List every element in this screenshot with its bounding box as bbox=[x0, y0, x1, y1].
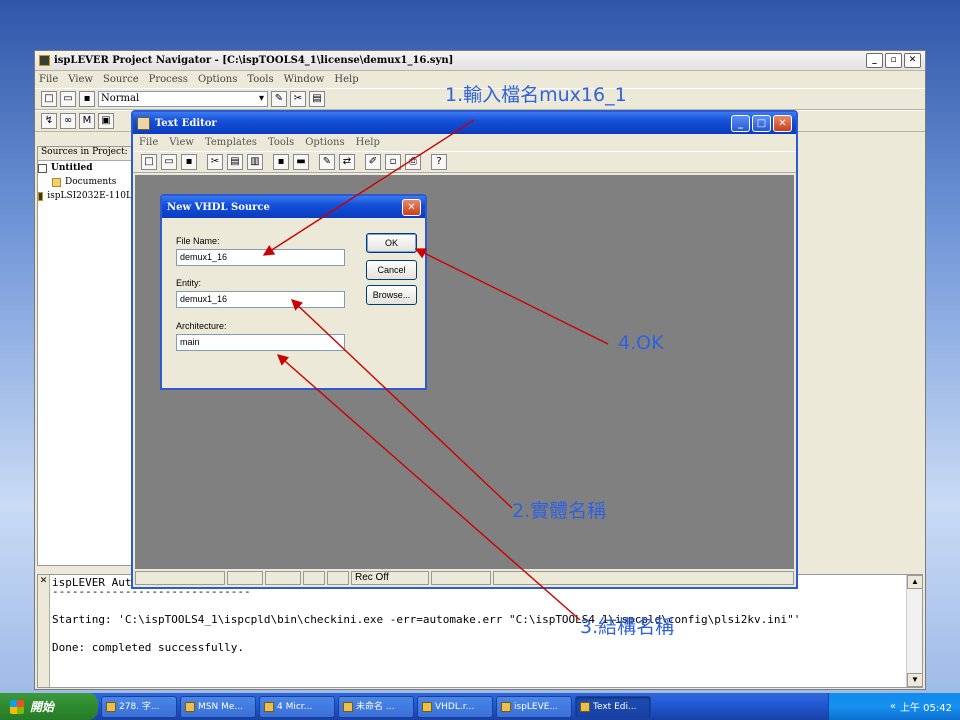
tray-expand-icon[interactable]: « bbox=[890, 701, 896, 712]
taskbar-item[interactable]: ispLEVE... bbox=[496, 695, 572, 718]
windows-logo-icon bbox=[10, 699, 24, 714]
arrow-to-ok bbox=[414, 248, 609, 345]
msn-icon bbox=[185, 701, 195, 712]
system-tray: « 上午 05:42 bbox=[828, 693, 960, 720]
arrow-to-entity bbox=[290, 299, 513, 509]
annotation-arrows bbox=[262, 119, 609, 621]
taskbar-item[interactable]: VHDL.r... bbox=[417, 695, 493, 718]
arrow-to-architecture bbox=[276, 354, 581, 621]
annotation-4: 4.OK bbox=[618, 332, 664, 354]
taskbar-item[interactable]: 278. 字... bbox=[101, 695, 177, 718]
taskbar-item[interactable]: MSN Me... bbox=[180, 695, 256, 718]
text-editor-icon bbox=[580, 701, 590, 712]
taskbar: 開始 278. 字... MSN Me... 4 Micr... 未命名 ...… bbox=[0, 693, 960, 720]
paint-icon bbox=[343, 701, 353, 712]
annotation-1: 1.輸入檔名mux16_1 bbox=[445, 84, 627, 106]
annotation-3: 3.結構名稱 bbox=[580, 616, 675, 638]
arrow-to-file-name bbox=[262, 119, 475, 256]
annotation-2: 2.實體名稱 bbox=[512, 500, 607, 522]
taskbar-item[interactable]: 未命名 ... bbox=[338, 695, 414, 718]
isplever-icon bbox=[501, 701, 511, 712]
app-icon bbox=[106, 701, 116, 712]
start-button[interactable]: 開始 bbox=[0, 693, 98, 720]
clock[interactable]: 上午 05:42 bbox=[900, 699, 952, 714]
winrar-icon bbox=[422, 701, 432, 712]
taskbar-item[interactable]: 4 Micr... bbox=[259, 695, 335, 718]
office-icon bbox=[264, 701, 274, 712]
taskbar-item-active[interactable]: Text Edi... bbox=[575, 695, 651, 718]
